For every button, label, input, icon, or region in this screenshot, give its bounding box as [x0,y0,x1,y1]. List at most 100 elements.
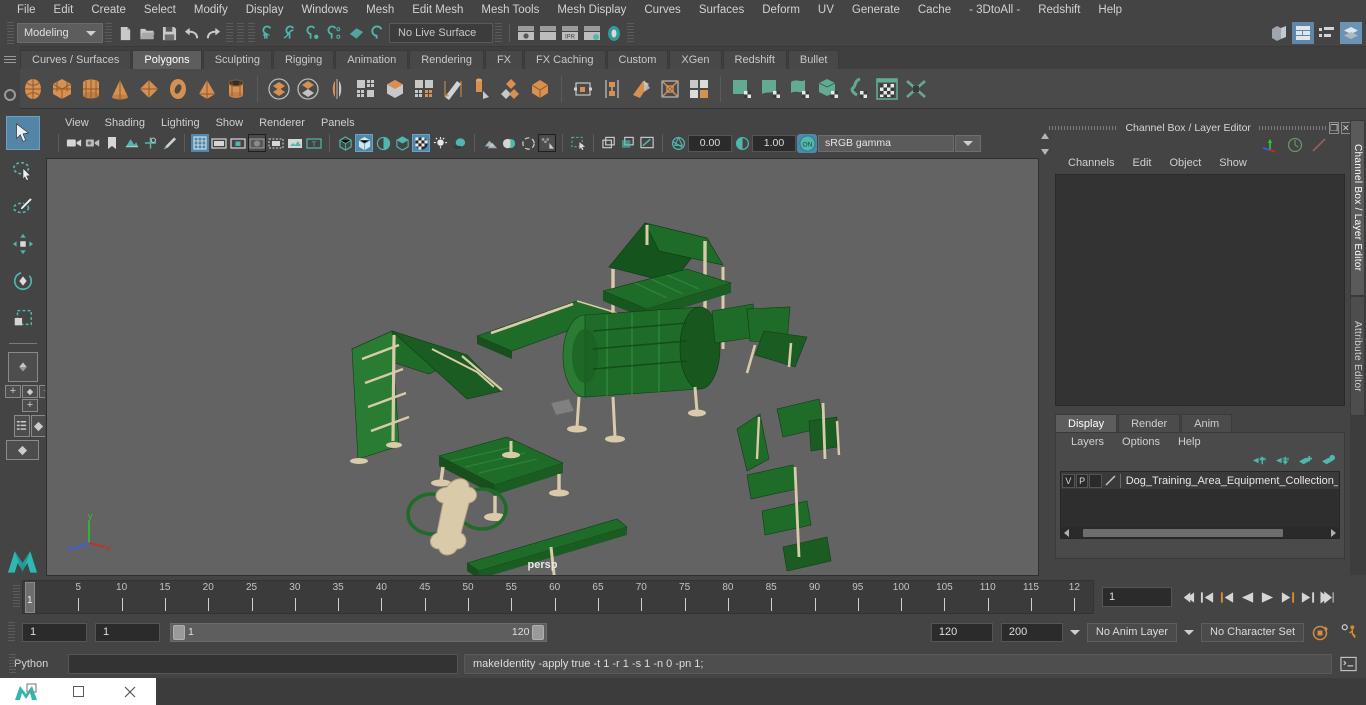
character-set-selector[interactable]: No Character Set [1201,622,1305,642]
scale-tool[interactable] [6,301,40,335]
snap-to-view-plane-icon[interactable] [345,22,367,44]
poly-pipe-icon[interactable] [223,76,249,102]
channel-box-content[interactable] [1055,174,1345,406]
menu-file[interactable]: File [8,0,45,20]
toolbar-grip-6[interactable] [627,23,634,43]
save-scene-icon[interactable] [158,22,180,44]
toolbar-grip[interactable] [105,23,112,43]
menu-cache[interactable]: Cache [909,0,960,20]
poly-separate-icon[interactable] [295,76,321,102]
gamma-icon[interactable] [733,134,751,152]
menu-create[interactable]: Create [82,0,135,20]
menu-set-selector[interactable]: Modeling [17,23,103,43]
layer-menu-help[interactable]: Help [1169,436,1210,448]
shelf-tab-curves-surfaces[interactable]: Curves / Surfaces [20,50,132,69]
grid-toggle-icon[interactable] [191,134,209,152]
range-slider-track[interactable]: 1 120 [170,622,548,642]
close-window-icon[interactable] [104,678,156,705]
range-slider-grip[interactable] [8,622,15,642]
resolution-gate-icon[interactable] [229,134,247,152]
command-input-field[interactable] [68,654,458,674]
hypershade-icon[interactable] [603,22,625,44]
use-all-lights-icon[interactable] [412,134,430,152]
viewport-menu-view[interactable]: View [57,114,97,132]
redo-icon[interactable] [202,22,224,44]
menu-3dtoall[interactable]: - 3DtoAll - [960,0,1029,20]
isolate-select-icon[interactable] [538,134,556,152]
rotate-tool[interactable] [6,264,40,298]
channel-box-speed-icon[interactable] [1287,137,1303,153]
layer-visibility-toggle[interactable]: V [1062,473,1075,488]
time-slider-grip[interactable] [13,585,20,609]
snap-to-projected-center-icon[interactable] [323,22,345,44]
chevron-down-icon[interactable] [82,24,100,42]
new-layer-icon[interactable] [1298,454,1313,467]
exposure-icon[interactable] [669,134,687,152]
poly-offset-edge-loop-icon[interactable] [628,76,654,102]
layer-tab-anim[interactable]: Anim [1181,414,1233,432]
anim-layer-selector[interactable]: No Anim Layer [1086,622,1178,642]
poly-target-weld-icon[interactable] [657,76,683,102]
xray-toggle-icon[interactable] [600,134,618,152]
menu-generate[interactable]: Generate [843,0,909,20]
snap-to-curve-icon[interactable] [279,22,301,44]
animation-end-time-field[interactable]: 200 [1000,622,1063,642]
channel-menu-channels[interactable]: Channels [1059,157,1123,169]
poly-mirror-icon[interactable] [324,76,350,102]
time-slider-track[interactable]: 1 5 10 15 20 25 30 35 40 45 50 55 60 65 70 75 80 85 90 95 1… [22,580,1094,614]
poly-plane-icon[interactable] [136,76,162,102]
color-management-toggle-icon[interactable]: ON [797,133,817,153]
play-forwards-icon[interactable] [1258,587,1277,607]
camera-attributes-icon[interactable] [84,134,102,152]
step-back-frame-icon[interactable] [1218,587,1237,607]
viewport-scroll-arrows[interactable] [1039,130,1051,158]
playback-start-time-field[interactable]: 1 [95,622,160,642]
menu-surfaces[interactable]: Surfaces [690,0,753,20]
shaded-wireframe-icon[interactable] [374,134,392,152]
menu-mesh-tools[interactable]: Mesh Tools [472,0,548,20]
current-frame-field[interactable]: 1 [1102,587,1172,607]
shelf-tab-custom[interactable]: Custom [606,50,669,69]
toolbar-grip-2[interactable] [226,23,233,43]
shelf-tab-rigging[interactable]: Rigging [272,50,335,69]
scroll-right-arrow-icon[interactable] [1329,528,1337,537]
menu-edit-mesh[interactable]: Edit Mesh [403,0,472,20]
panel-grip-left[interactable] [1049,126,1118,130]
render-region-icon[interactable] [537,22,559,44]
wireframe-shading-icon[interactable] [336,134,354,152]
undo-icon[interactable] [180,22,202,44]
menu-uv[interactable]: UV [809,0,843,20]
lasso-select-tool[interactable] [6,153,40,187]
menu-mesh-display[interactable]: Mesh Display [548,0,635,20]
menu-deform[interactable]: Deform [753,0,809,20]
animation-start-time-field[interactable]: 1 [22,622,87,642]
poly-insert-edge-loop-icon[interactable] [599,76,625,102]
hypergraph-persp-layout[interactable] [6,440,39,460]
move-tool[interactable] [6,227,40,261]
step-back-keyframe-icon[interactable] [1198,587,1217,607]
uv-layout-icon[interactable] [903,76,929,102]
shelf-tab-animation[interactable]: Animation [335,50,409,69]
shelf-tab-sculpting[interactable]: Sculpting [202,50,272,69]
textured-shading-icon[interactable] [393,134,411,152]
move-layer-down-icon[interactable] [1275,454,1290,467]
two-d-pan-zoom-icon[interactable] [141,134,159,152]
poly-torus-icon[interactable] [165,76,191,102]
layer-list-horizontal-scrollbar[interactable] [1061,527,1339,538]
animation-preferences-icon[interactable] [1336,622,1362,642]
menu-display[interactable]: Display [237,0,293,20]
viewport-menu-shading[interactable]: Shading [97,114,153,132]
attribute-spreadsheet-icon[interactable] [1316,22,1338,44]
layer-list[interactable]: V P Dog_Training_Area_Equipment_Collecti… [1060,471,1340,539]
toolbar-grip-5[interactable] [495,23,502,43]
go-to-start-icon[interactable] [1178,587,1197,607]
film-gate-icon[interactable] [210,134,228,152]
playback-speed-dropdown-icon[interactable] [1067,623,1083,642]
viewport-canvas[interactable]: y z x persp [46,158,1039,576]
uv-planar-mapping-icon[interactable] [729,76,755,102]
viewport-menu-lighting[interactable]: Lighting [153,114,208,132]
shelf-options-gear-icon[interactable] [4,89,16,101]
multisample-icon[interactable] [500,134,518,152]
depth-of-field-icon[interactable] [519,134,537,152]
shelf-tab-xgen[interactable]: XGen [669,50,722,69]
